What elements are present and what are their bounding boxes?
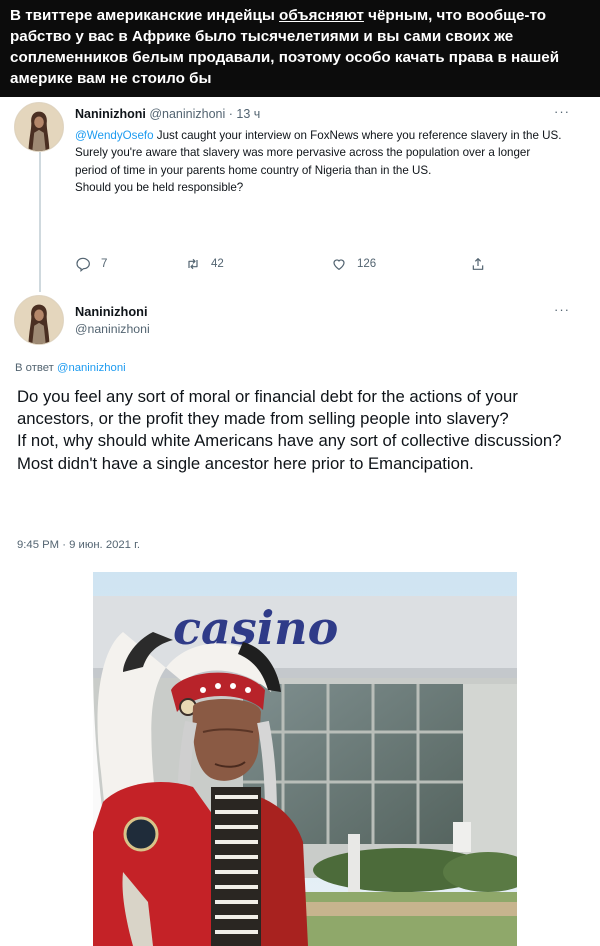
retweet-icon: [188, 258, 198, 270]
reply-context: В ответ @naninizhoni: [15, 362, 126, 374]
chief-at-casino-image: casino: [93, 572, 517, 946]
tweet-time[interactable]: 13 ч: [236, 107, 260, 121]
reply-button[interactable]: 7: [75, 256, 107, 272]
thread-line: [39, 152, 41, 292]
attached-photo[interactable]: casino: [93, 572, 517, 946]
author-handle[interactable]: @naninizhoni: [149, 107, 225, 121]
tweet-paragraph-2: If not, why should white Americans have …: [17, 431, 562, 473]
like-count: 126: [357, 258, 377, 270]
tweet-paragraph-1: Do you feel any sort of moral or financi…: [17, 387, 518, 429]
avatar-image: [15, 103, 63, 151]
reply-prefix: В ответ: [15, 362, 57, 374]
more-options-icon[interactable]: ···: [554, 105, 570, 118]
tweet-line-1: @WendyOsefo Just caught your interview o…: [75, 127, 565, 144]
parent-tweet: Naninizhoni @naninizhoni · 13 ч ··· @Wen…: [0, 97, 600, 292]
like-button[interactable]: 126: [331, 256, 376, 272]
author-name[interactable]: Naninizhoni: [75, 107, 146, 121]
share-button[interactable]: [470, 256, 486, 272]
author-handle[interactable]: @naninizhoni: [75, 322, 150, 336]
separator-dot: ·: [228, 107, 233, 121]
mention-link[interactable]: @WendyOsefo: [75, 129, 154, 142]
avatar[interactable]: [14, 295, 64, 345]
caption-text-part1: В твиттере американские индейцы: [10, 7, 280, 24]
tweet-actions: 7 42 126: [75, 256, 505, 274]
reply-icon: [76, 257, 90, 272]
tweet-line-1-text: Just caught your interview on FoxNews wh…: [153, 129, 562, 142]
tweet-timestamp[interactable]: 9:45 PM · 9 июн. 2021 г.: [17, 539, 140, 551]
tweet-text: @WendyOsefo Just caught your interview o…: [75, 127, 565, 196]
author-name[interactable]: Naninizhoni: [75, 304, 148, 319]
tweet-header: Naninizhoni @naninizhoni · 13 ч: [75, 107, 260, 121]
caption-underlined-word: объясняют: [279, 7, 364, 24]
retweet-count: 42: [211, 258, 224, 270]
avatar[interactable]: [14, 102, 64, 152]
share-icon: [472, 258, 484, 270]
retweet-button[interactable]: 42: [185, 256, 224, 272]
avatar-image: [15, 296, 63, 344]
tweet-line-2: Surely you're aware that slavery was mor…: [75, 146, 531, 177]
reply-count: 7: [101, 258, 108, 270]
tweet-text: Do you feel any sort of moral or financi…: [17, 386, 587, 475]
reply-tweet: Naninizhoni @naninizhoni ··· В ответ @na…: [0, 287, 600, 577]
more-options-icon[interactable]: ···: [554, 303, 570, 316]
heart-icon: [333, 259, 345, 271]
reply-mention-link[interactable]: @naninizhoni: [57, 362, 126, 374]
caption-banner: В твиттере американские индейцы объясняю…: [0, 0, 600, 97]
tweet-line-3: Should you be held responsible?: [75, 180, 244, 194]
